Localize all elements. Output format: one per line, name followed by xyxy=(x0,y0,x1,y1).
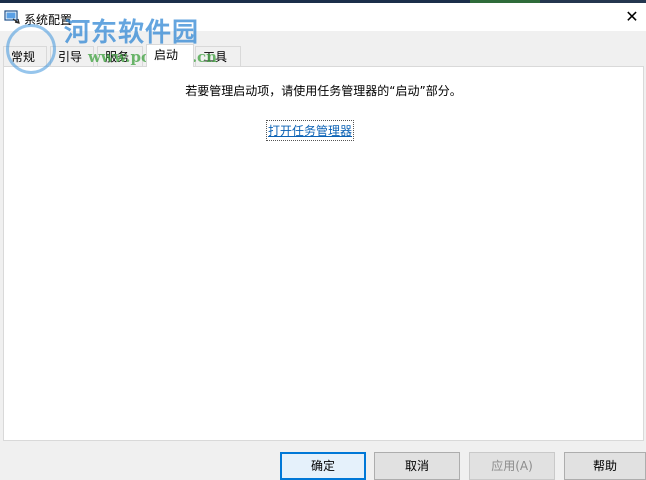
startup-panel: 若要管理启动项，请使用任务管理器的“启动”部分。 打开任务管理器 xyxy=(3,66,644,441)
msconfig-icon xyxy=(4,10,20,24)
tab-general[interactable]: 常规 xyxy=(3,46,47,66)
tab-tools[interactable]: 工具 xyxy=(195,46,241,66)
tab-startup[interactable]: 启动 xyxy=(146,44,194,67)
ok-button[interactable]: 确定 xyxy=(280,452,366,480)
apply-button[interactable]: 应用(A) xyxy=(469,452,555,480)
cancel-button[interactable]: 取消 xyxy=(374,452,460,480)
close-button[interactable]: ✕ xyxy=(618,3,646,31)
tab-boot[interactable]: 引导 xyxy=(50,46,94,66)
title-bar[interactable]: 系统配置 ✕ xyxy=(0,3,646,31)
open-task-manager-link[interactable]: 打开任务管理器 xyxy=(265,120,355,141)
startup-message: 若要管理启动项，请使用任务管理器的“启动”部分。 xyxy=(185,84,462,98)
tab-strip: 常规 引导 服务 启动 工具 xyxy=(0,44,646,67)
window-title: 系统配置 xyxy=(24,13,73,27)
help-button[interactable]: 帮助 xyxy=(564,452,646,480)
tab-services[interactable]: 服务 xyxy=(97,46,143,66)
